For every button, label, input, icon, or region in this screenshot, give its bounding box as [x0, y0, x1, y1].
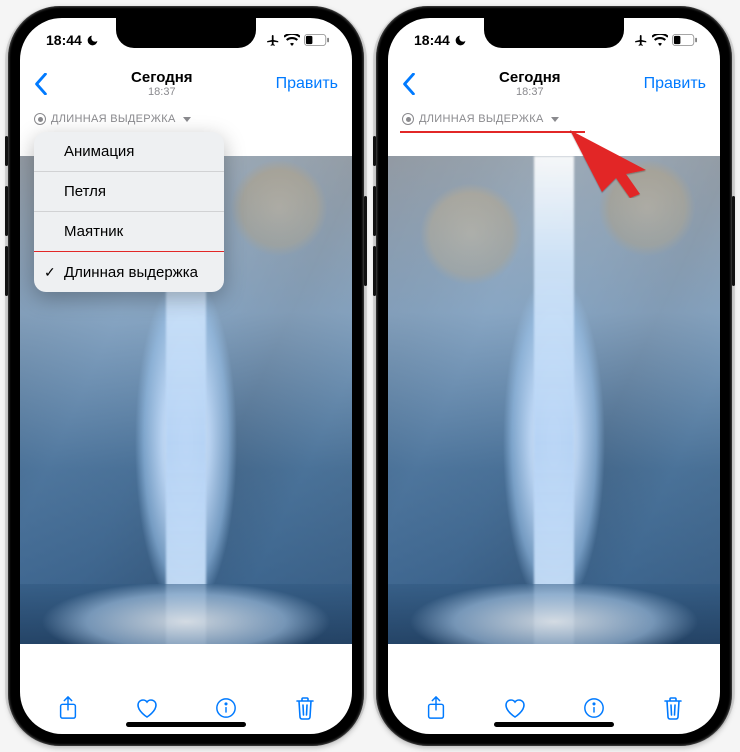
heart-icon [135, 697, 159, 719]
battery-icon [672, 34, 698, 46]
effect-menu: Анимация Петля Маятник Длинная выдержка [34, 132, 224, 292]
nav-bar: Сегодня 18:37 Править [388, 62, 720, 106]
live-photo-icon [402, 113, 414, 125]
menu-item-loop[interactable]: Петля [34, 172, 224, 212]
share-icon [426, 696, 446, 720]
status-time: 18:44 [414, 32, 450, 48]
airplane-icon [266, 33, 280, 47]
live-photo-icon [34, 113, 46, 125]
effect-label: ДЛИННАЯ ВЫДЕРЖКА [419, 113, 544, 125]
back-button[interactable] [34, 73, 48, 95]
effect-selector[interactable]: ДЛИННАЯ ВЫДЕРЖКА [388, 106, 720, 132]
wifi-icon [284, 34, 300, 46]
status-time: 18:44 [46, 32, 82, 48]
info-icon [215, 697, 237, 719]
photo-viewer[interactable] [388, 156, 720, 678]
chevron-down-icon [551, 117, 559, 122]
nav-bar: Сегодня 18:37 Править [20, 62, 352, 106]
moon-icon [454, 34, 467, 47]
menu-item-animation[interactable]: Анимация [34, 132, 224, 172]
battery-icon [304, 34, 330, 46]
wifi-icon [652, 34, 668, 46]
nav-title: Сегодня [499, 70, 561, 87]
share-button[interactable] [46, 686, 90, 730]
chevron-down-icon [183, 117, 191, 122]
home-indicator[interactable] [494, 722, 614, 727]
delete-button[interactable] [283, 686, 327, 730]
photo-content [388, 156, 720, 678]
menu-item-bounce[interactable]: Маятник [34, 212, 224, 252]
heart-icon [503, 697, 527, 719]
nav-title: Сегодня [131, 70, 193, 87]
trash-icon [295, 696, 315, 720]
menu-item-long-exposure[interactable]: Длинная выдержка [34, 251, 224, 292]
effect-selector[interactable]: ДЛИННАЯ ВЫДЕРЖКА [20, 106, 352, 132]
airplane-icon [634, 33, 648, 47]
nav-subtitle: 18:37 [499, 86, 561, 98]
info-icon [583, 697, 605, 719]
home-indicator[interactable] [126, 722, 246, 727]
trash-icon [663, 696, 683, 720]
share-button[interactable] [414, 686, 458, 730]
back-button[interactable] [402, 73, 416, 95]
share-icon [58, 696, 78, 720]
moon-icon [86, 34, 99, 47]
effect-label: ДЛИННАЯ ВЫДЕРЖКА [51, 113, 176, 125]
edit-button[interactable]: Править [644, 75, 706, 93]
nav-subtitle: 18:37 [131, 86, 193, 98]
edit-button[interactable]: Править [276, 75, 338, 93]
delete-button[interactable] [651, 686, 695, 730]
annotation-underline [400, 131, 585, 133]
